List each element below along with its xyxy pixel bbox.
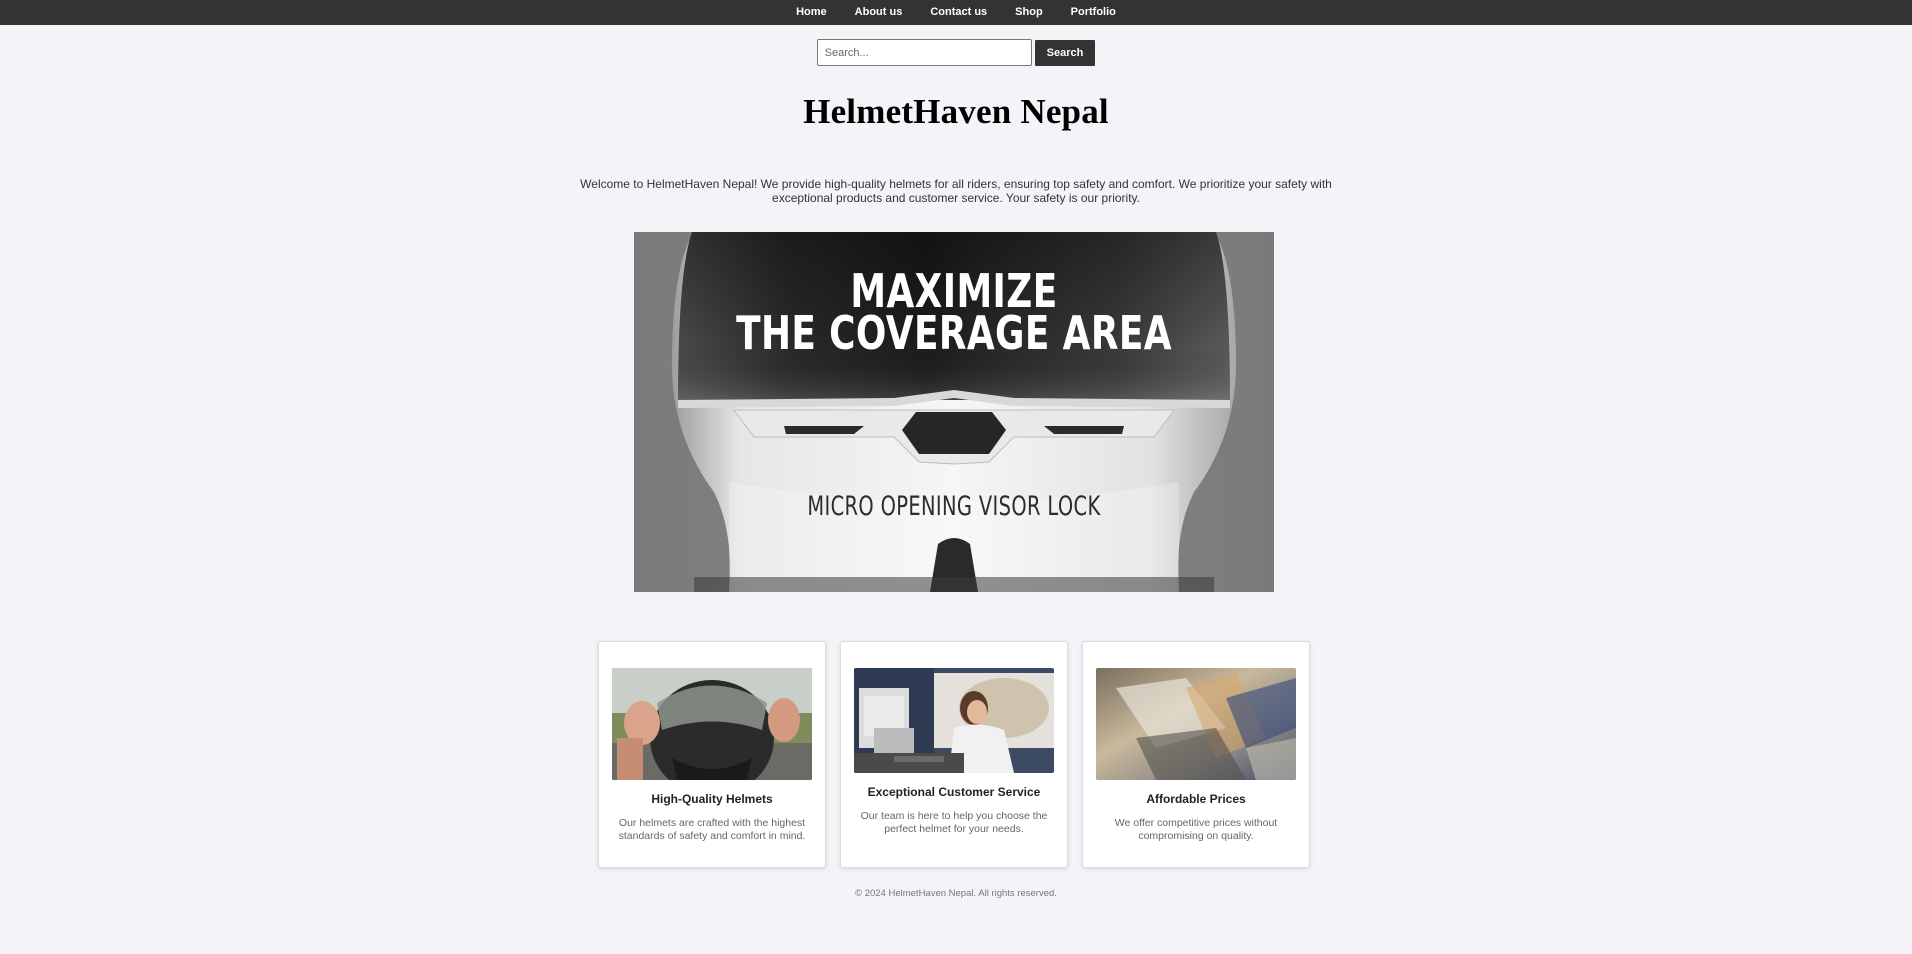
feature-cards: High-Quality Helmets Our helmets are cra…	[598, 641, 1310, 868]
hero-banner: MAXIMIZE THE COVERAGE AREA MICRO OPENING…	[634, 232, 1274, 592]
feature-description: Our helmets are crafted with the highest…	[618, 817, 806, 842]
search-input[interactable]	[816, 39, 1032, 66]
hero-headline-line2: THE COVERAGE AREA	[736, 306, 1172, 360]
nav-link-about[interactable]: About us	[841, 0, 917, 25]
prices-photo	[1096, 668, 1296, 780]
top-navigation: Home About us Contact us Shop Portfolio	[0, 0, 1912, 25]
nav-link-contact[interactable]: Contact us	[916, 0, 1001, 25]
nav-link-portfolio[interactable]: Portfolio	[1057, 0, 1130, 25]
feature-card-quality: High-Quality Helmets Our helmets are cra…	[598, 641, 826, 868]
customer-service-photo	[854, 668, 1054, 773]
feature-title: High-Quality Helmets	[651, 792, 773, 806]
hero-subheadline: MICRO OPENING VISOR LOCK	[807, 491, 1101, 522]
feature-card-prices: Affordable Prices We offer competitive p…	[1082, 641, 1310, 868]
intro-paragraph: Welcome to HelmetHaven Nepal! We provide…	[580, 177, 1332, 205]
feature-title: Exceptional Customer Service	[867, 785, 1041, 799]
feature-title: Affordable Prices	[1146, 792, 1246, 806]
page-title: HelmetHaven Nepal	[803, 92, 1109, 131]
nav-link-shop[interactable]: Shop	[1001, 0, 1057, 25]
search-button[interactable]: Search	[1034, 39, 1096, 66]
search-bar: Search	[0, 39, 1912, 66]
nav-link-home[interactable]: Home	[782, 0, 841, 25]
feature-description: Our team is here to help you choose the …	[860, 810, 1048, 835]
helmet-photo	[612, 668, 812, 780]
feature-card-service: Exceptional Customer Service Our team is…	[840, 641, 1068, 868]
footer-copyright: © 2024 HelmetHaven Nepal. All rights res…	[855, 888, 1057, 899]
feature-description: We offer competitive prices without comp…	[1114, 817, 1278, 842]
